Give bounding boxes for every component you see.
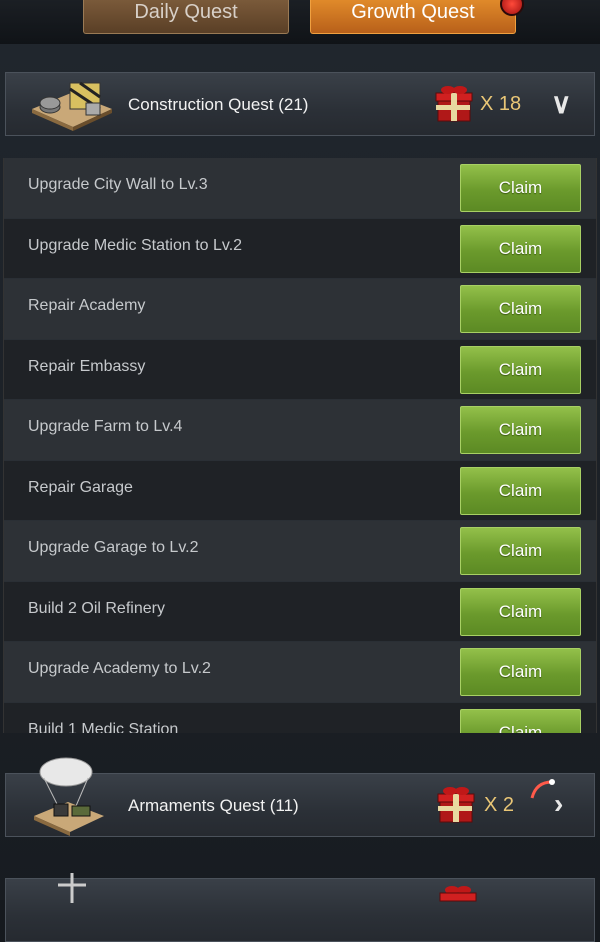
list-item: Upgrade Garage to Lv.2 Claim — [4, 521, 596, 582]
next-quest-icon — [58, 873, 86, 903]
gift-box-icon — [437, 787, 475, 823]
list-item: Repair Garage Claim — [4, 460, 596, 521]
quest-label: Build 1 Medic Station — [28, 720, 179, 734]
claim-button[interactable]: Claim — [460, 285, 581, 333]
armaments-quest-header[interactable]: Armaments Quest (11) X 2 › — [5, 757, 595, 837]
claim-button[interactable]: Claim — [460, 224, 581, 273]
quest-label: Upgrade Medic Station to Lv.2 — [28, 236, 243, 254]
construction-reward-count: X 18 — [480, 93, 522, 115]
quest-label: Repair Academy — [28, 297, 146, 314]
quest-label: Upgrade Farm to Lv.4 — [28, 418, 183, 435]
construction-icon — [32, 81, 112, 131]
list-item: Upgrade Academy to Lv.2 Claim — [4, 642, 596, 703]
top-tab-bar: Daily Quest Growth Quest — [0, 0, 600, 44]
construction-quest-title: Construction Quest (21) — [128, 95, 309, 114]
list-item: Upgrade Farm to Lv.4 Claim — [4, 400, 596, 461]
gift-box-icon — [439, 886, 477, 902]
armaments-quest-title: Armaments Quest (11) — [128, 796, 299, 815]
claim-button[interactable]: Claim — [460, 587, 581, 636]
chevron-right-icon[interactable]: › — [554, 788, 563, 820]
sparkle-icon — [530, 779, 555, 799]
armaments-icon — [34, 757, 104, 836]
claim-button[interactable]: Claim — [460, 345, 581, 394]
quest-label: Build 2 Oil Refinery — [28, 599, 165, 617]
claim-button[interactable]: Claim — [460, 648, 581, 696]
quest-label: Upgrade City Wall to Lv.3 — [28, 176, 208, 193]
claim-button[interactable]: Claim — [460, 527, 581, 575]
quest-label: Repair Garage — [28, 478, 133, 496]
list-item: Upgrade City Wall to Lv.3 Claim — [4, 158, 596, 219]
quest-label: Upgrade Academy to Lv.2 — [28, 660, 211, 677]
gift-box-icon — [435, 86, 473, 122]
tab-growth-quest[interactable]: Growth Quest — [310, 0, 516, 34]
chevron-down-icon[interactable]: ∨ — [551, 87, 572, 120]
list-item: Build 1 Medic Station Claim — [4, 702, 596, 734]
quest-label: Upgrade Garage to Lv.2 — [28, 539, 199, 556]
construction-quest-list: Upgrade City Wall to Lv.3 Claim Upgrade … — [3, 158, 597, 733]
quest-label: Repair Embassy — [28, 357, 146, 375]
construction-quest-header[interactable]: Construction Quest (21) X 18 ∨ — [5, 72, 595, 136]
armaments-reward-count: X 2 — [484, 794, 515, 816]
list-item: Upgrade Medic Station to Lv.2 Claim — [4, 218, 596, 279]
list-item: Repair Embassy Claim — [4, 339, 596, 400]
claim-button[interactable]: Claim — [460, 164, 581, 212]
list-item: Repair Academy Claim — [4, 279, 596, 340]
claim-button[interactable]: Claim — [460, 708, 581, 733]
next-quest-header[interactable] — [5, 873, 595, 942]
tab-daily-quest[interactable]: Daily Quest — [83, 0, 289, 34]
list-item: Build 2 Oil Refinery Claim — [4, 581, 596, 642]
claim-button[interactable]: Claim — [460, 406, 581, 454]
claim-button[interactable]: Claim — [460, 466, 581, 515]
